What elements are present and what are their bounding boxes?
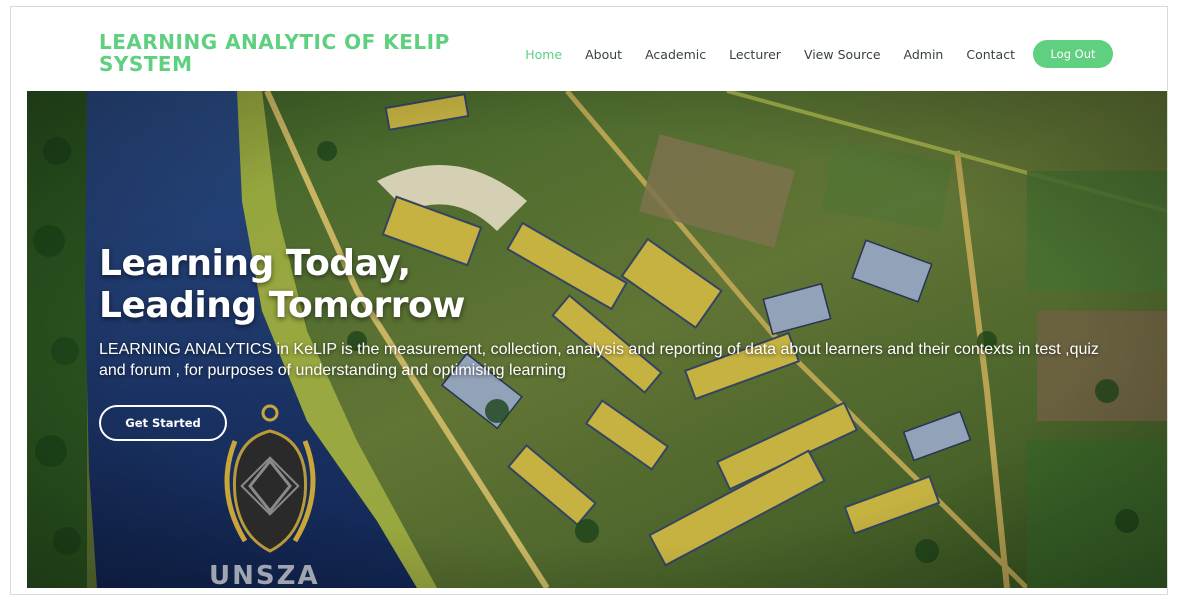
nav-view-source[interactable]: View Source [804, 47, 881, 62]
site-logo[interactable]: LEARNING ANALYTIC OF KELIP SYSTEM [99, 31, 499, 75]
nav-academic[interactable]: Academic [645, 47, 706, 62]
get-started-button[interactable]: Get Started [99, 405, 227, 441]
hero-description: LEARNING ANALYTICS in KeLIP is the measu… [99, 341, 1099, 379]
hero-title-line-1: Learning Today, [99, 243, 411, 284]
nav-lecturer[interactable]: Lecturer [729, 47, 781, 62]
nav-admin[interactable]: Admin [904, 47, 944, 62]
nav-home[interactable]: Home [525, 47, 562, 62]
navbar: LEARNING ANALYTIC OF KELIP SYSTEM Home A… [11, 7, 1167, 91]
nav-about[interactable]: About [585, 47, 622, 62]
nav-menu: Home About Academic Lecturer View Source… [502, 40, 1113, 68]
logout-button[interactable]: Log Out [1033, 40, 1113, 68]
hero-section: UNSZA Learning Today, Leading Tomorrow L… [27, 91, 1167, 588]
hero-title: Learning Today, Leading Tomorrow [99, 243, 465, 327]
page-frame: LEARNING ANALYTIC OF KELIP SYSTEM Home A… [10, 6, 1168, 595]
hero-title-line-2: Leading Tomorrow [99, 285, 465, 326]
brand-line-1: LEARNING ANALYTIC OF KELIP [99, 30, 450, 54]
nav-contact[interactable]: Contact [966, 47, 1015, 62]
emblem-text: UNSZA [209, 561, 320, 588]
brand-line-2: SYSTEM [99, 52, 193, 76]
